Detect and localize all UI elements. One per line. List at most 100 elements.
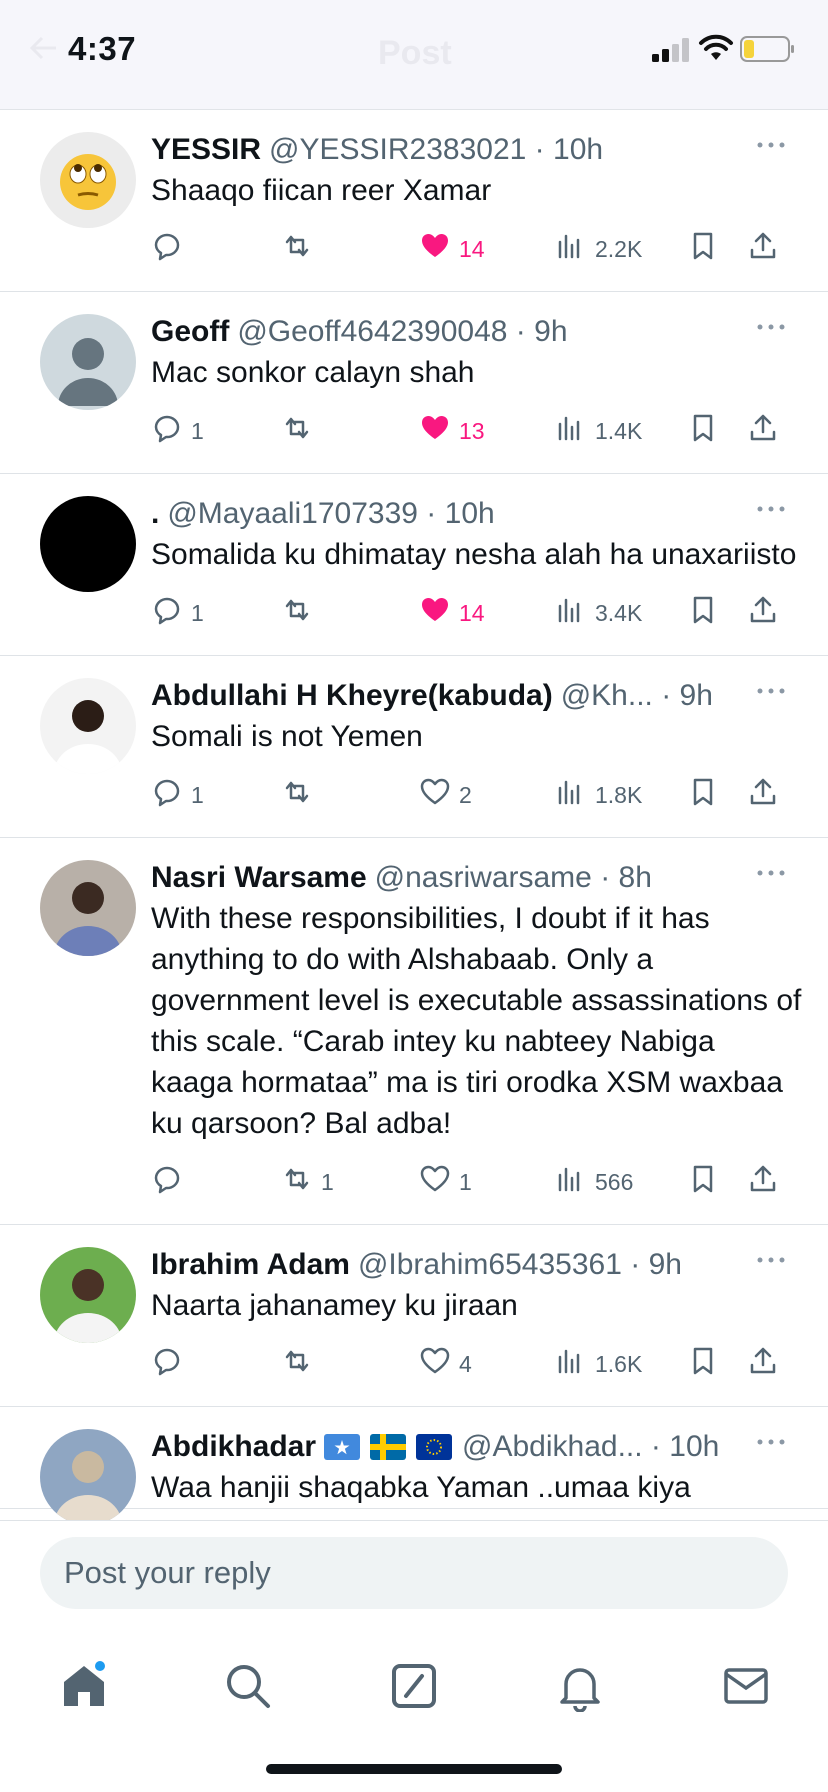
like-button[interactable]: 4 [419,1338,472,1390]
bookmark-button[interactable] [687,769,719,821]
repost-button[interactable] [281,769,321,821]
share-icon [747,594,779,632]
handle[interactable]: @nasriwarsame [375,861,592,895]
repost-button[interactable] [281,587,321,639]
avatar[interactable] [40,314,136,410]
more-options-icon[interactable] [756,504,786,514]
timestamp: 10h [444,497,495,530]
more-options-icon[interactable] [756,322,786,332]
share-button[interactable] [747,769,779,821]
avatar[interactable] [40,1429,136,1520]
reply-button[interactable]: 1 [151,587,204,639]
reply-tweet[interactable]: Abdikhadar @Abdikhad... · 10h Waa hanjii s… [0,1407,828,1520]
bookmark-button[interactable] [687,1338,719,1390]
messages-envelope-icon[interactable] [720,1660,772,1712]
grok-icon[interactable] [388,1660,440,1712]
timestamp: 10h [553,133,604,166]
share-button[interactable] [747,1338,779,1390]
like-button[interactable]: 2 [419,769,472,821]
avatar[interactable] [40,1247,136,1343]
views-button[interactable]: 2.2K [555,223,642,275]
share-icon [747,1163,779,1201]
views-button[interactable]: 566 [555,1156,633,1208]
avatar[interactable] [40,678,136,774]
handle[interactable]: @Mayaali1707339 [167,497,418,531]
handle[interactable]: @Geoff4642390048 [237,315,507,349]
avatar[interactable] [40,132,136,228]
reply-button[interactable] [151,223,191,275]
reply-button[interactable]: 1 [151,405,204,457]
avatar[interactable] [40,496,136,592]
repost-button[interactable] [281,223,321,275]
tweet-header: Abdikhadar @Abdikhad... · 10h [151,1427,802,1467]
display-name[interactable]: . [151,497,159,531]
view-count: 2.2K [595,235,643,262]
reply-tweet[interactable]: Abdullahi H Kheyre(kabuda) @Kh... · 9h Som… [0,656,828,838]
reply-tweet[interactable]: Geoff @Geoff4642390048 · 9h Mac sonkor cal… [0,292,828,474]
heart-filled-icon [419,594,451,632]
reply-count: 1 [191,417,204,444]
views-button[interactable]: 1.8K [555,769,642,821]
back-arrow-icon[interactable] [30,36,58,60]
repost-icon [281,1163,313,1201]
like-button[interactable]: 14 [419,587,485,639]
more-options-icon[interactable] [756,686,786,696]
reply-tweet[interactable]: Nasri Warsame @nasriwarsame · 8h With thes… [0,838,828,1225]
reply-tweet[interactable]: . @Mayaali1707339 · 10h Somalida ku dhimat… [0,474,828,656]
views-button[interactable]: 3.4K [555,587,642,639]
tweet-text: With these responsibilities, I doubt if … [151,902,802,1140]
bookmark-button[interactable] [687,405,719,457]
repost-button[interactable] [281,1338,321,1390]
repost-button[interactable] [281,405,321,457]
share-button[interactable] [747,223,779,275]
reply-tweet[interactable]: YESSIR @YESSIR2383021 · 10h Shaaqo fiican … [0,110,828,292]
like-button[interactable]: 1 [419,1156,472,1208]
bookmark-button[interactable] [687,1156,719,1208]
like-count: 1 [459,1168,472,1195]
notifications-bell-icon[interactable] [554,1660,606,1712]
tweet-actions: 1 13 1.4K [151,405,802,457]
like-button[interactable]: 14 [419,223,485,275]
handle[interactable]: @Abdikhad... [462,1430,643,1464]
more-options-icon[interactable] [756,868,786,878]
bookmark-button[interactable] [687,587,719,639]
tweet-actions: 14 2.2K [151,223,802,275]
reply-button[interactable]: 1 [151,769,204,821]
like-button[interactable]: 13 [419,405,485,457]
more-options-icon[interactable] [756,1437,786,1447]
views-button[interactable]: 1.4K [555,405,642,457]
display-name[interactable]: Ibrahim Adam [151,1248,350,1282]
reply-input[interactable] [40,1537,788,1609]
share-button[interactable] [747,405,779,457]
more-options-icon[interactable] [756,1255,786,1265]
display-name[interactable]: Nasri Warsame [151,861,367,895]
repost-icon [281,594,313,632]
replies-feed[interactable]: YESSIR @YESSIR2383021 · 10h Shaaqo fiican … [0,110,828,1520]
separator-dot: · [621,1248,649,1281]
more-options-icon[interactable] [756,140,786,150]
display-name[interactable]: Abdikhadar [151,1430,316,1464]
like-count: 4 [459,1350,472,1377]
display-name[interactable]: Geoff [151,315,229,349]
handle[interactable]: @Kh... [561,679,653,713]
share-button[interactable] [747,1156,779,1208]
separator-dot: · [526,133,554,166]
analytics-bars-icon [555,1345,587,1383]
search-icon[interactable] [222,1660,274,1712]
avatar[interactable] [40,860,136,956]
share-button[interactable] [747,587,779,639]
home-icon[interactable] [58,1660,110,1712]
bookmark-icon [687,412,719,450]
display-name[interactable]: YESSIR [151,133,261,167]
repost-button[interactable]: 1 [281,1156,334,1208]
handle[interactable]: @Ibrahim65435361 [358,1248,622,1282]
handle[interactable]: @YESSIR2383021 [269,133,526,167]
bookmark-button[interactable] [687,223,719,275]
reply-tweet[interactable]: Ibrahim Adam @Ibrahim65435361 · 9h Naarta … [0,1225,828,1407]
separator-dot: · [652,679,680,712]
views-button[interactable]: 1.6K [555,1338,642,1390]
view-count: 1.6K [595,1350,643,1377]
display-name[interactable]: Abdullahi H Kheyre(kabuda) [151,679,553,713]
reply-button[interactable] [151,1156,191,1208]
reply-button[interactable] [151,1338,191,1390]
